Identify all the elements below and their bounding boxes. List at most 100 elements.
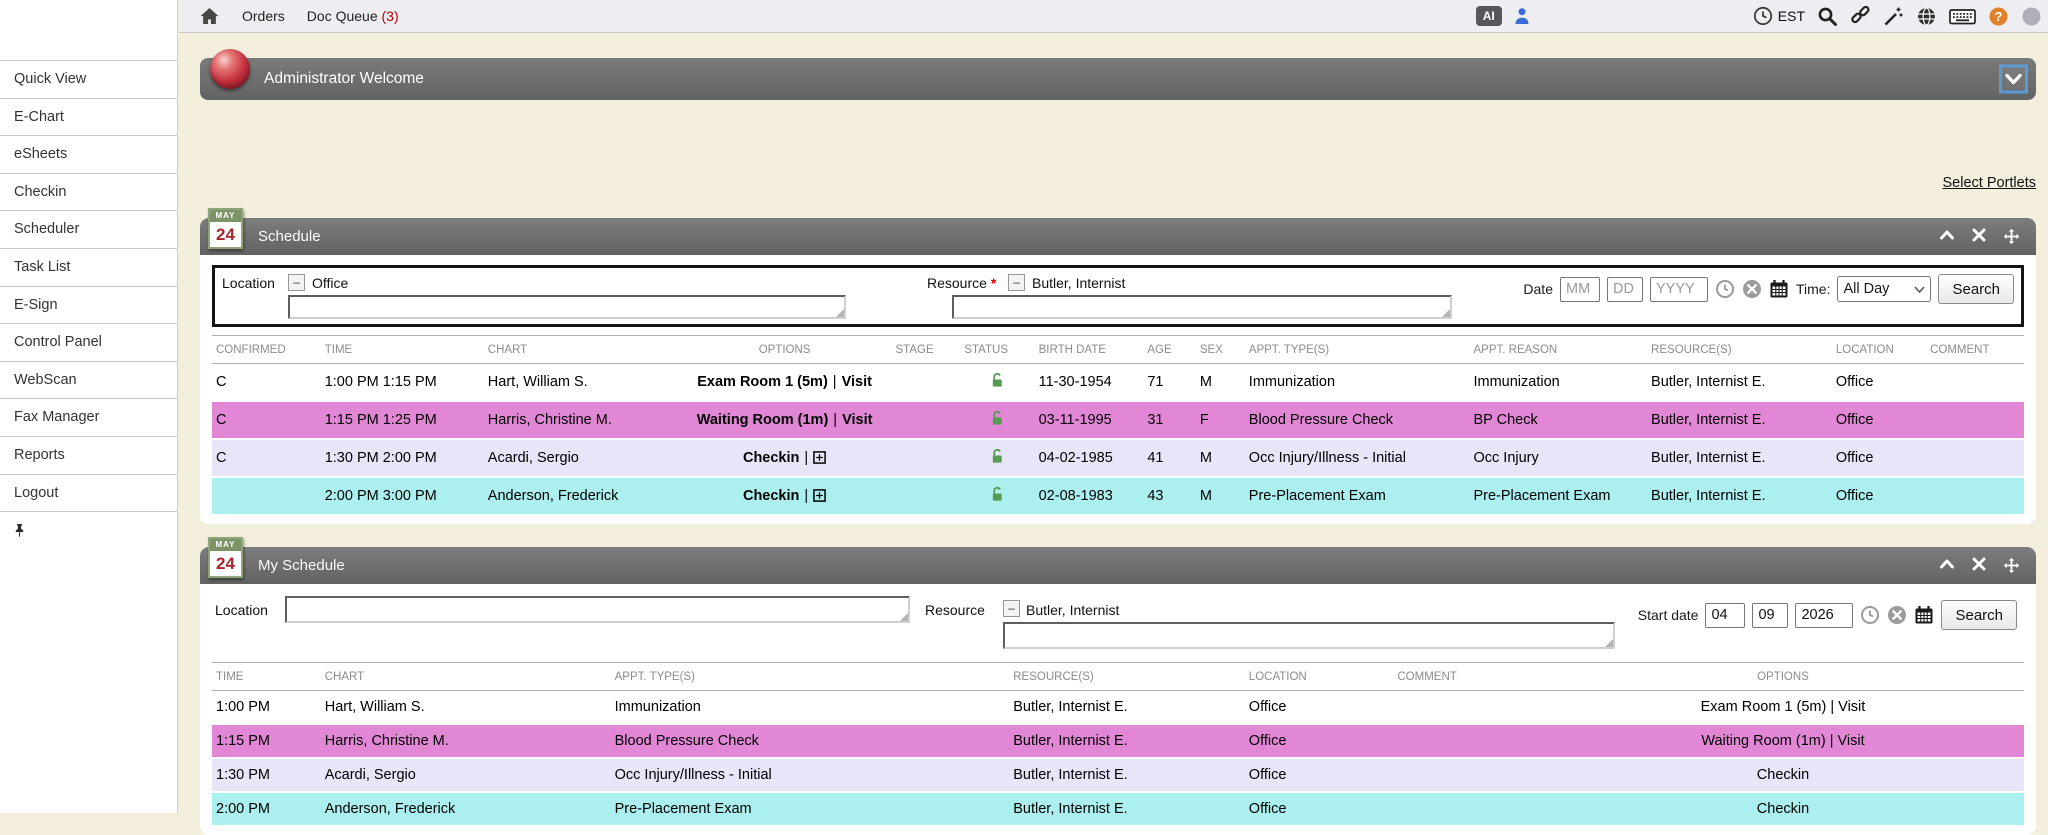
chart-link[interactable]: Hart, William S.: [484, 364, 678, 402]
location-collapse-button[interactable]: –: [288, 274, 305, 291]
link-icon[interactable]: [1850, 6, 1871, 27]
chart-link[interactable]: Hart, William S.: [321, 691, 611, 725]
sidebar-item-e-chart[interactable]: E-Chart: [0, 99, 177, 137]
table-row[interactable]: 1:30 PM Acardi, Sergio Occ Injury/Illnes…: [212, 758, 2024, 792]
move-portlet-icon[interactable]: [2003, 557, 2020, 574]
chart-link[interactable]: Anderson, Frederick: [484, 477, 678, 515]
calendar-picker-icon[interactable]: [1769, 279, 1789, 299]
options-links[interactable]: Exam Room 1 (5m) | Visit: [1542, 691, 2024, 725]
room-link[interactable]: Waiting Room (1m): [697, 412, 829, 428]
schedule-search-button[interactable]: Search: [1938, 274, 2014, 304]
unlocked-icon[interactable]: [990, 448, 1005, 464]
magic-wand-icon[interactable]: [1883, 6, 1904, 27]
home-icon[interactable]: [199, 6, 220, 27]
orders-link[interactable]: Orders: [242, 8, 285, 24]
time-select[interactable]: All Day: [1837, 276, 1931, 302]
resource-collapse-button[interactable]: –: [1003, 600, 1020, 617]
checkin-link[interactable]: Checkin: [743, 488, 799, 504]
globe-icon[interactable]: [1916, 6, 1937, 27]
sidebar-item-scheduler[interactable]: Scheduler: [0, 211, 177, 249]
table-row[interactable]: C 1:15 PM 1:25 PM Harris, Christine M. W…: [212, 401, 2024, 439]
chart-link[interactable]: Harris, Christine M.: [484, 401, 678, 439]
sidebar-item-checkin[interactable]: Checkin: [0, 174, 177, 212]
chart-link[interactable]: Anderson, Frederick: [321, 792, 611, 826]
status-circle-icon[interactable]: [2021, 6, 2042, 27]
options-links[interactable]: Checkin: [1542, 758, 2024, 792]
sidebar-item-task-list[interactable]: Task List: [0, 249, 177, 287]
add-icon[interactable]: [813, 489, 826, 502]
table-row[interactable]: 1:15 PM Harris, Christine M. Blood Press…: [212, 724, 2024, 758]
col-age: AGE: [1143, 336, 1196, 364]
col-confirmed: CONFIRMED: [212, 336, 321, 364]
pin-sidebar-icon[interactable]: [13, 523, 26, 538]
unlocked-icon[interactable]: [990, 372, 1005, 388]
col-birth-date: BIRTH DATE: [1035, 336, 1144, 364]
sidebar-item-control-panel[interactable]: Control Panel: [0, 324, 177, 362]
add-icon[interactable]: [813, 451, 826, 464]
clear-date-icon[interactable]: [1887, 605, 1907, 625]
col-options: OPTIONS: [1542, 663, 2024, 691]
resource-collapse-button[interactable]: –: [1008, 274, 1025, 291]
user-profile-icon[interactable]: [1512, 6, 1533, 27]
sidebar-item-logout[interactable]: Logout: [0, 475, 177, 513]
resource-input[interactable]: [1003, 622, 1615, 649]
start-date-day-input[interactable]: [1752, 603, 1788, 628]
required-asterisk: *: [991, 275, 996, 291]
chart-link[interactable]: Acardi, Sergio: [484, 439, 678, 477]
time-picker-icon[interactable]: [1715, 279, 1735, 299]
date-year-input[interactable]: [1650, 277, 1708, 302]
sidebar-item-e-sign[interactable]: E-Sign: [0, 287, 177, 325]
chart-link[interactable]: Acardi, Sergio: [321, 758, 611, 792]
resource-label: Resource: [925, 602, 985, 618]
resource-input[interactable]: [952, 295, 1452, 319]
options-links[interactable]: Checkin: [1542, 792, 2024, 826]
sidebar-item-esheets[interactable]: eSheets: [0, 136, 177, 174]
time-picker-icon[interactable]: [1860, 605, 1880, 625]
table-row[interactable]: C 1:30 PM 2:00 PM Acardi, Sergio Checkin…: [212, 439, 2024, 477]
close-portlet-icon[interactable]: [1972, 228, 1986, 245]
visit-link[interactable]: Visit: [842, 374, 872, 390]
chart-link[interactable]: Harris, Christine M.: [321, 724, 611, 758]
table-row[interactable]: 1:00 PM Hart, William S. Immunization Bu…: [212, 691, 2024, 725]
portlet-title: My Schedule: [258, 557, 345, 574]
table-row[interactable]: 2:00 PM Anderson, Frederick Pre-Placemen…: [212, 792, 2024, 826]
clock-icon[interactable]: [1753, 6, 1774, 27]
help-icon[interactable]: ?: [1988, 6, 2009, 27]
unlocked-icon[interactable]: [990, 410, 1005, 426]
sidebar-item-reports[interactable]: Reports: [0, 437, 177, 475]
my-schedule-search-button[interactable]: Search: [1941, 600, 2017, 630]
my-schedule-portlet-header: MAY 24 My Schedule: [200, 547, 2036, 584]
close-portlet-icon[interactable]: [1972, 557, 1986, 574]
banner-collapse-button[interactable]: [1999, 65, 2028, 94]
table-row[interactable]: C 1:00 PM 1:15 PM Hart, William S. Exam …: [212, 364, 2024, 402]
move-portlet-icon[interactable]: [2003, 228, 2020, 245]
calendar-picker-icon[interactable]: [1914, 605, 1934, 625]
sidebar-item-quick-view[interactable]: Quick View: [0, 61, 177, 99]
ai-assistant-icon[interactable]: AI: [1476, 6, 1502, 26]
date-day-input[interactable]: [1607, 277, 1643, 302]
clear-date-icon[interactable]: [1742, 279, 1762, 299]
start-date-year-input[interactable]: [1795, 603, 1853, 628]
options-links[interactable]: Waiting Room (1m) | Visit: [1542, 724, 2024, 758]
room-link[interactable]: Exam Room 1 (5m): [697, 374, 828, 390]
main-content: Administrator Welcome Select Portlets MA…: [179, 34, 2048, 813]
select-portlets-link[interactable]: Select Portlets: [1943, 175, 2037, 191]
location-input[interactable]: [285, 596, 910, 623]
date-month-input[interactable]: [1560, 277, 1600, 302]
col-appt-types: APPT. TYPE(S): [1245, 336, 1470, 364]
search-icon[interactable]: [1817, 6, 1838, 27]
unlocked-icon[interactable]: [990, 486, 1005, 502]
welcome-banner: Administrator Welcome: [200, 58, 2036, 100]
doc-queue-link[interactable]: Doc Queue (3): [307, 8, 399, 24]
checkin-link[interactable]: Checkin: [743, 450, 799, 466]
table-row[interactable]: 2:00 PM 3:00 PM Anderson, Frederick Chec…: [212, 477, 2024, 515]
sidebar-item-webscan[interactable]: WebScan: [0, 362, 177, 400]
keyboard-icon[interactable]: [1949, 6, 1976, 27]
collapse-portlet-icon[interactable]: [1939, 228, 1955, 245]
sidebar-item-fax-manager[interactable]: Fax Manager: [0, 399, 177, 437]
visit-link[interactable]: Visit: [842, 412, 872, 428]
start-date-month-input[interactable]: [1705, 603, 1745, 628]
col-appt-types: APPT. TYPE(S): [611, 663, 1010, 691]
location-input[interactable]: [288, 295, 846, 319]
collapse-portlet-icon[interactable]: [1939, 557, 1955, 574]
